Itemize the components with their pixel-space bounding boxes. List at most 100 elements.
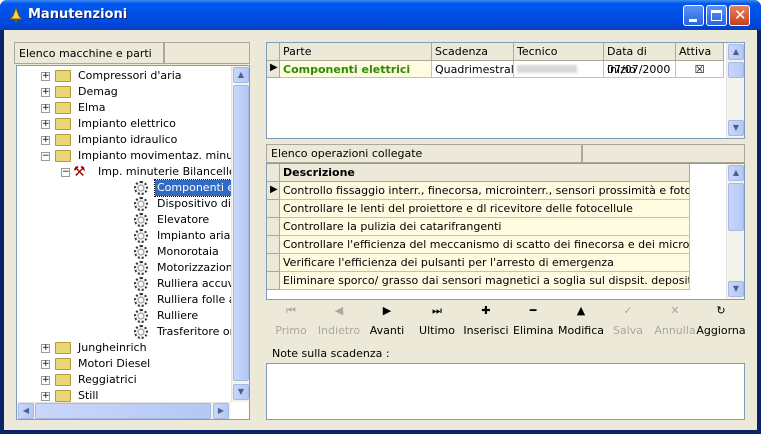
scroll-up-icon[interactable]: ▲ — [728, 165, 744, 181]
scroll-down-icon[interactable]: ▼ — [728, 281, 744, 297]
schedule-grid[interactable]: Parte Scadenza Tecnico Data di inizio At… — [266, 42, 745, 139]
scroll-left-icon[interactable]: ◀ — [18, 403, 34, 419]
cell-scadenza[interactable]: Quadrimestrale — [432, 61, 514, 78]
operation-row[interactable]: Controllare l'efficienza del meccanismo … — [280, 236, 690, 254]
row-selector[interactable] — [267, 236, 280, 254]
cell-tecnico[interactable] — [514, 61, 604, 78]
gear-icon — [134, 213, 148, 227]
tree-item[interactable]: + Motori Diesel — [17, 356, 230, 372]
tree-item-label: Jungheinrich — [78, 341, 147, 354]
expand-icon[interactable]: + — [41, 120, 50, 129]
operations-panel-header: Elenco operazioni collegate — [266, 144, 582, 163]
tree-item[interactable]: Componenti elettrici — [17, 179, 249, 197]
notes-textarea[interactable] — [266, 363, 745, 420]
operations-grid[interactable]: Descrizione ▶ Controllo fissaggio interr.… — [266, 163, 745, 300]
tree-item[interactable]: − ⚒ Imp. minuterie Bilancelle (01) — [17, 164, 249, 180]
indietro-button[interactable]: ◀ Indietro — [316, 302, 362, 344]
tree-item[interactable]: + Impianto idraulico — [17, 132, 230, 148]
machine-tree[interactable]: + Compressori d'aria + Demag + Elma + Impianto … — [16, 65, 250, 420]
expand-icon[interactable]: + — [41, 136, 50, 145]
tree-item[interactable]: + Demag — [17, 84, 230, 100]
primo-button[interactable]: ⏮ Primo — [270, 302, 312, 344]
row-selector[interactable]: ▶ — [267, 61, 280, 78]
row-selector[interactable]: ▶ — [267, 182, 280, 200]
scroll-up-icon[interactable]: ▲ — [728, 44, 744, 60]
operation-row[interactable]: Controllare le lenti del proiettore e dl… — [280, 200, 690, 218]
collapse-icon[interactable]: − — [41, 152, 50, 161]
tree-item[interactable]: Rulliera folle arresto — [17, 292, 249, 308]
expand-icon[interactable]: + — [41, 104, 50, 113]
row-selector[interactable] — [267, 218, 280, 236]
tree-hscrollbar[interactable]: ◀ ▶ — [17, 402, 231, 419]
ops-grid-corner — [267, 164, 280, 182]
tree-item[interactable]: Motorizzazioni elevatori — [17, 260, 249, 276]
tree-vscroll-thumb[interactable] — [233, 85, 249, 381]
maximize-button[interactable] — [706, 5, 727, 26]
tree-item[interactable]: Rulliere — [17, 308, 230, 324]
expand-icon[interactable]: + — [41, 360, 50, 369]
modifica-button[interactable]: ▲ Modifica — [556, 302, 606, 344]
row-selector[interactable] — [267, 254, 280, 272]
inserisci-button[interactable]: ✚ Inserisci — [462, 302, 510, 344]
schedule-vscroll-thumb[interactable] — [728, 62, 744, 78]
close-button[interactable]: ✕ — [729, 5, 750, 26]
operation-row[interactable]: Controllo fissaggio interr., finecorsa, … — [280, 182, 690, 200]
expand-icon[interactable]: + — [41, 88, 50, 97]
salva-button[interactable]: ✓ Salva — [610, 302, 646, 344]
col-header-attiva[interactable]: Attiva — [676, 43, 724, 61]
expand-icon[interactable]: + — [41, 72, 50, 81]
tree-item[interactable]: − Impianto movimentaz. minuterie — [17, 148, 249, 164]
row-selector[interactable] — [267, 272, 280, 290]
tree-item[interactable]: Dispositivo di scarico — [17, 196, 249, 212]
cell-parte[interactable]: Componenti elettrici — [280, 61, 432, 78]
schedule-vscrollbar[interactable]: ▲ ▼ — [726, 43, 744, 138]
tree-item[interactable]: Trasferitore ortogonale a c — [17, 324, 249, 340]
row-selector[interactable] — [267, 200, 280, 218]
collapse-icon[interactable]: − — [61, 168, 70, 177]
scroll-right-icon[interactable]: ▶ — [213, 403, 229, 419]
avanti-button[interactable]: ▶ Avanti — [364, 302, 410, 344]
expand-icon[interactable]: + — [41, 392, 50, 401]
operations-vscroll-thumb[interactable] — [728, 183, 744, 231]
operation-row[interactable]: Controllare la pulizia dei catarifrangen… — [280, 218, 690, 236]
tree-panel-title: Elenco macchine e parti — [19, 47, 152, 60]
tree-item[interactable]: Rulliera accuveyor — [17, 276, 249, 292]
tree-item[interactable]: Impianto aria compressa — [17, 228, 249, 244]
col-header-descrizione[interactable]: Descrizione — [280, 164, 690, 182]
tree-item[interactable]: Elevatore — [17, 212, 230, 228]
gear-icon — [134, 325, 148, 339]
aggiorna-button[interactable]: ↻ Aggiorna — [696, 302, 746, 344]
cell-data-inizio[interactable]: 07/07/2000 — [604, 61, 676, 78]
col-header-tecnico[interactable]: Tecnico — [514, 43, 604, 61]
annulla-button[interactable]: ✕ Annulla — [654, 302, 696, 344]
col-header-parte[interactable]: Parte — [280, 43, 432, 61]
grid-corner — [267, 43, 280, 61]
col-header-scadenza[interactable]: Scadenza — [432, 43, 514, 61]
operation-row[interactable]: Verificare l'efficienza dei pulsanti per… — [280, 254, 690, 272]
expand-icon[interactable]: + — [41, 344, 50, 353]
col-header-data-inizio[interactable]: Data di inizio — [604, 43, 676, 76]
minimize-button[interactable] — [683, 5, 704, 26]
tree-item[interactable]: + Jungheinrich — [17, 340, 230, 356]
modifica-icon: ▲ — [576, 304, 586, 317]
title-bar[interactable]: Manutenzioni ✕ — [0, 0, 761, 30]
tree-item[interactable]: + Compressori d'aria — [17, 68, 230, 84]
tree-hscroll-thumb[interactable] — [35, 403, 211, 419]
expand-icon[interactable]: + — [41, 376, 50, 385]
tree-item[interactable]: + Impianto elettrico — [17, 116, 230, 132]
tree-vscrollbar[interactable]: ▲ ▼ — [231, 66, 249, 402]
gear-icon — [134, 229, 148, 243]
operations-vscrollbar[interactable]: ▲ ▼ — [726, 164, 744, 299]
aggiorna-icon: ↻ — [716, 304, 726, 317]
ultimo-button[interactable]: ⏭ Ultimo — [416, 302, 458, 344]
folder-icon — [55, 70, 71, 82]
elimina-button[interactable]: ━ Elimina — [513, 302, 554, 344]
scroll-down-icon[interactable]: ▼ — [728, 120, 744, 136]
operation-row[interactable]: Eliminare sporco/ grasso dai sensori mag… — [280, 272, 690, 290]
tree-item[interactable]: Monorotaia — [17, 244, 230, 260]
checkbox-attiva[interactable]: ☒ — [676, 61, 724, 78]
scroll-down-icon[interactable]: ▼ — [233, 384, 249, 400]
scroll-up-icon[interactable]: ▲ — [233, 67, 249, 83]
tree-item[interactable]: + Reggiatrici — [17, 372, 230, 388]
tree-item[interactable]: + Elma — [17, 100, 230, 116]
